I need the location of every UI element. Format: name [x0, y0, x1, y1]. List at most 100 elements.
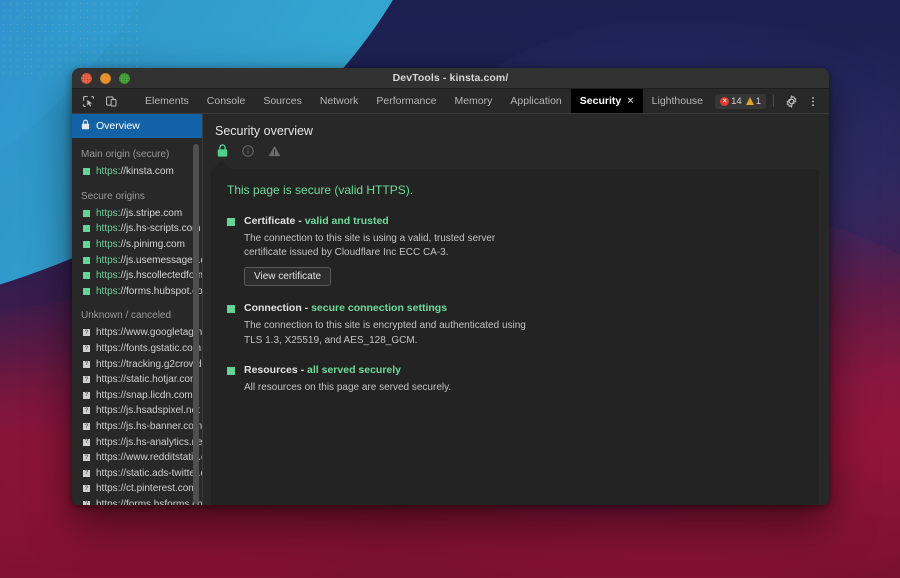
tab-network[interactable]: Network	[311, 89, 368, 113]
secure-swatch-icon	[83, 287, 90, 295]
origin-url: https://js.hs-banner.com	[96, 421, 202, 432]
sidebar-origin-js-hs-analytics[interactable]: ? https://js.hs-analytics.net	[72, 434, 202, 450]
url-scheme: https	[96, 389, 118, 401]
security-block-resources: Resources - all served securely All reso…	[227, 364, 803, 395]
block-description: All resources on this page are served se…	[244, 381, 452, 393]
inspect-element-icon[interactable]	[78, 92, 99, 111]
unknown-swatch-icon: ?	[83, 485, 90, 493]
sidebar-origin-forms-hubspot[interactable]: https://forms.hubspot.com	[72, 284, 202, 300]
sidebar-origin-js-hscollectedforms[interactable]: https://js.hscollectedforms.net	[72, 268, 202, 284]
tab-lighthouse[interactable]: Lighthouse	[643, 89, 712, 113]
origin-url: https://www.redditstatic.com	[96, 452, 202, 463]
origin-url: https://ct.pinterest.com	[96, 483, 197, 494]
sidebar-origin-js-hs-scripts[interactable]: https://js.hs-scripts.com	[72, 221, 202, 237]
tab-label: Network	[319, 95, 359, 107]
minimize-window-button[interactable]	[100, 72, 111, 84]
unknown-swatch-icon: ?	[83, 360, 90, 368]
origin-url: https://s.pinimg.com	[96, 239, 185, 250]
url-scheme: https	[96, 166, 118, 178]
url-host: ://fonts.gstatic.com	[117, 343, 202, 355]
sidebar-origin-fonts-gstatic[interactable]: ? https://fonts.gstatic.com	[72, 341, 202, 357]
gear-icon[interactable]	[781, 91, 801, 111]
sidebar-origin-js-stripe[interactable]: https://js.stripe.com	[72, 206, 202, 222]
security-status-icons	[203, 138, 829, 160]
secure-swatch-icon	[227, 305, 235, 314]
info-circle-icon[interactable]	[242, 144, 254, 162]
sidebar-origin-redditstatic[interactable]: ? https://www.redditstatic.com	[72, 450, 202, 466]
url-scheme: https	[96, 421, 118, 433]
url-host: ://www.googletagmanager.com	[117, 327, 202, 339]
url-scheme: https	[96, 270, 118, 282]
page-title: Security overview	[215, 124, 313, 138]
tab-security[interactable]: Security ×	[570, 89, 643, 113]
sidebar-item-overview[interactable]: Overview	[72, 114, 202, 138]
device-toolbar-icon[interactable]	[101, 92, 122, 111]
sidebar-scrollbar[interactable]	[193, 144, 199, 504]
sidebar-origin-js-hs-banner[interactable]: ? https://js.hs-banner.com	[72, 419, 202, 435]
url-scheme: https	[96, 239, 118, 251]
block-title-status: secure connection settings	[311, 302, 448, 315]
block-title-status: all served securely	[307, 363, 402, 376]
unknown-swatch-icon: ?	[83, 500, 90, 505]
tab-memory[interactable]: Memory	[445, 89, 501, 113]
secure-lock-icon[interactable]	[217, 143, 228, 162]
url-host: ://js.hs-scripts.com	[117, 223, 201, 235]
sidebar-origin-static-ads-twitter[interactable]: ? https://static.ads-twitter.com	[72, 466, 202, 482]
error-icon: ×	[720, 96, 730, 106]
sidebar-origin-kinsta[interactable]: https://kinsta.com	[72, 164, 202, 180]
close-window-button[interactable]	[81, 72, 92, 84]
url-scheme: https	[96, 285, 118, 297]
panel-callout-notch-wrap	[203, 160, 829, 169]
window-titlebar[interactable]: DevTools - kinsta.com/	[72, 68, 829, 89]
url-host: ://js.hscollectedforms.net	[117, 270, 202, 282]
url-host: ://js.hs-analytics.net	[117, 436, 202, 448]
tab-elements[interactable]: Elements	[136, 89, 198, 113]
url-host: ://forms.hubspot.com	[117, 285, 202, 297]
tab-sources[interactable]: Sources	[254, 89, 311, 113]
maximize-window-button[interactable]	[119, 72, 130, 84]
toolbar-right-group: × 14 1	[715, 89, 829, 113]
url-host: ://tracking.g2crowd.com	[117, 358, 202, 370]
sidebar-origin-static-hotjar[interactable]: ? https://static.hotjar.com	[72, 372, 202, 388]
url-host: ://forms.hsforms.com	[117, 498, 202, 505]
unknown-swatch-icon: ?	[83, 438, 90, 446]
toolbar-left-icons	[72, 89, 136, 113]
security-summary-text: This page is secure (valid HTTPS).	[227, 183, 414, 197]
sidebar-origin-s-pinimg[interactable]: https://s.pinimg.com	[72, 237, 202, 253]
panel-tabs: Elements Console Sources Network Perform…	[136, 89, 715, 113]
sidebar-origin-googletagmanager[interactable]: ? https://www.googletagmanager.com	[72, 325, 202, 341]
close-icon[interactable]: ×	[627, 95, 633, 107]
url-host: ://s.pinimg.com	[117, 239, 185, 251]
block-description: The connection to this site is using a v…	[244, 233, 496, 259]
url-scheme: https	[96, 405, 118, 417]
devtools-body: Overview Main origin (secure) https://ki…	[72, 114, 829, 505]
view-certificate-button[interactable]: View certificate	[244, 267, 332, 287]
sidebar-origin-js-hsadspixel[interactable]: ? https://js.hsadspixel.net	[72, 403, 202, 419]
block-title-prefix: Certificate -	[244, 215, 305, 227]
sidebar-origin-js-usemessages[interactable]: https://js.usemessages.com	[72, 252, 202, 268]
window-traffic-lights	[72, 72, 130, 84]
unknown-swatch-icon: ?	[83, 423, 90, 431]
tab-application[interactable]: Application	[501, 89, 570, 113]
sidebar-origin-tracking-g2crowd[interactable]: ? https://tracking.g2crowd.com	[72, 356, 202, 372]
warning-counter[interactable]: 1	[745, 96, 761, 107]
security-sidebar: Overview Main origin (secure) https://ki…	[72, 114, 203, 505]
unknown-swatch-icon: ?	[83, 329, 90, 337]
error-counter[interactable]: × 14	[720, 96, 742, 107]
block-body: Resources - all served securely All reso…	[244, 364, 803, 395]
more-options-icon[interactable]	[803, 91, 823, 111]
unknown-swatch-icon: ?	[83, 454, 90, 462]
origin-url: https://tracking.g2crowd.com	[96, 359, 202, 370]
sidebar-origin-forms-hsforms[interactable]: ? https://forms.hsforms.com	[72, 497, 202, 505]
url-scheme: https	[96, 452, 118, 464]
secure-swatch-icon	[83, 209, 90, 217]
issue-counters[interactable]: × 14 1	[715, 93, 766, 109]
tab-console[interactable]: Console	[198, 89, 255, 113]
origin-url: https://fonts.gstatic.com	[96, 343, 201, 354]
secure-swatch-icon	[227, 218, 235, 226]
tab-performance[interactable]: Performance	[367, 89, 445, 113]
warning-triangle-icon[interactable]	[268, 144, 281, 162]
toolbar-divider-right	[773, 95, 774, 107]
sidebar-origin-ct-pinterest[interactable]: ? https://ct.pinterest.com	[72, 481, 202, 497]
sidebar-origin-snap-licdn[interactable]: ? https://snap.licdn.com	[72, 388, 202, 404]
